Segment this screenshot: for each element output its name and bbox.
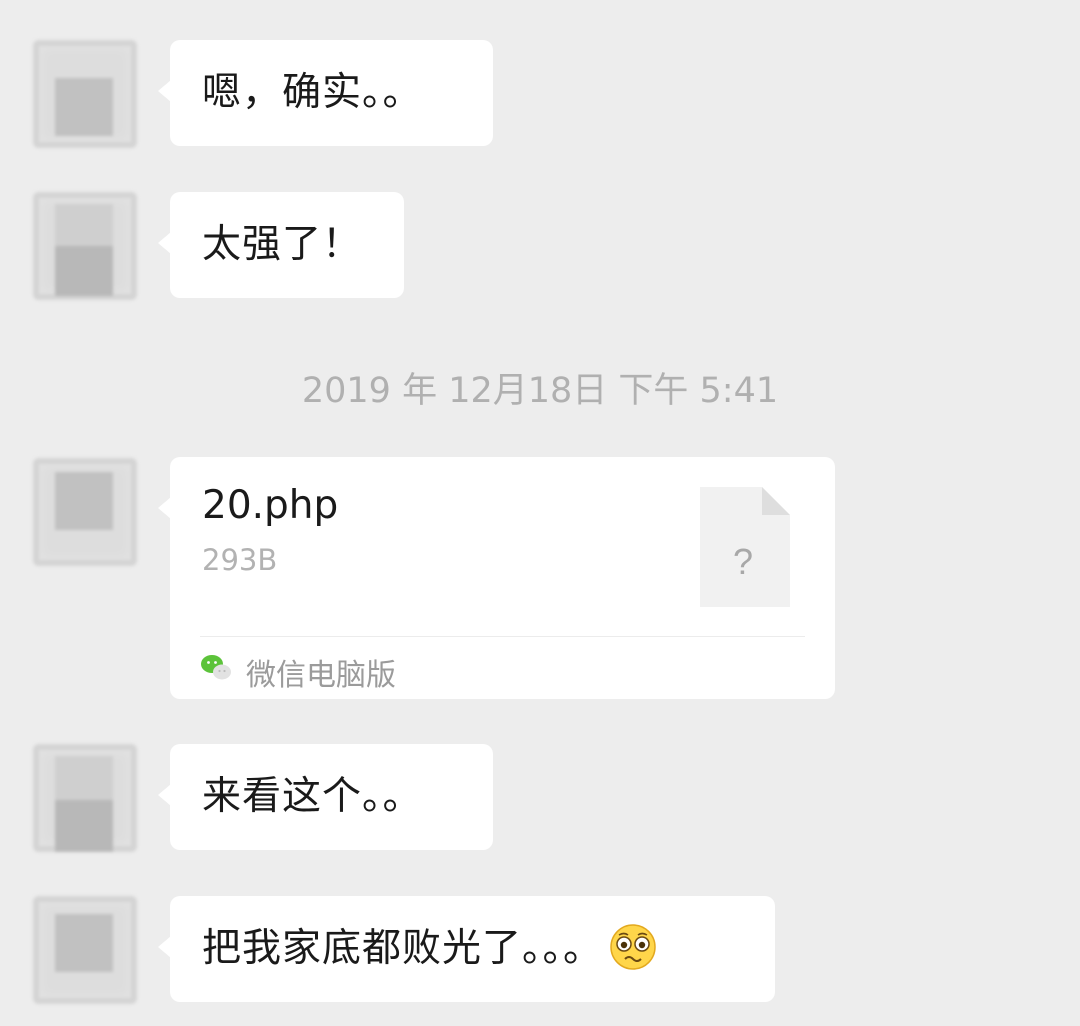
file-source-label: 微信电脑版 (246, 658, 396, 693)
unknown-file-icon: ? (700, 487, 790, 607)
message-text: 太强了！ (202, 222, 363, 267)
message-text: 来看这个。。 (202, 774, 423, 819)
message-text: 嗯，确实。。 (202, 70, 423, 115)
chat-timestamp: 2019 年 12月18日 下午 5:41 (301, 371, 779, 411)
contact-avatar[interactable] (33, 744, 137, 852)
message-text-container: 把我家底都败光了。。。 (202, 896, 657, 1002)
contact-avatar[interactable] (33, 896, 137, 1004)
file-size: 293B (202, 543, 278, 577)
file-name: 20.php (202, 483, 339, 528)
message-text: 把我家底都败光了。。。 (202, 926, 604, 971)
contact-avatar[interactable] (33, 40, 137, 148)
woozy-face-emoji (610, 923, 656, 970)
message-bubble[interactable]: 嗯，确实。。 (158, 40, 493, 146)
file-message-card[interactable]: 20.php 293B ? 微信电脑版 (158, 457, 835, 699)
file-icon-glyph: ? (733, 541, 753, 582)
contact-avatar[interactable] (33, 458, 137, 566)
contact-avatar[interactable] (33, 192, 137, 300)
file-card-divider (200, 636, 805, 637)
message-bubble[interactable]: 把我家底都败光了。。。 (158, 896, 775, 1002)
wechat-icon (201, 655, 231, 680)
message-bubble[interactable]: 太强了！ (158, 192, 404, 298)
message-bubble[interactable]: 来看这个。。 (158, 744, 493, 850)
